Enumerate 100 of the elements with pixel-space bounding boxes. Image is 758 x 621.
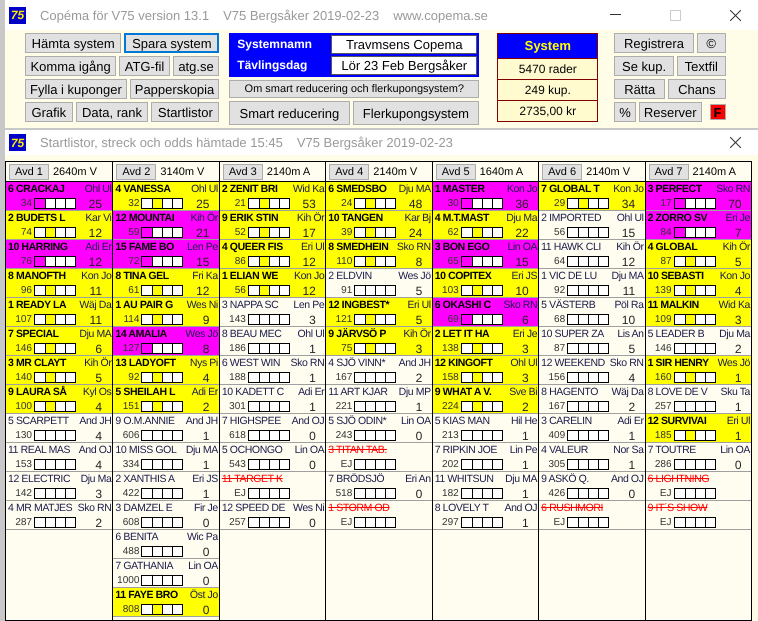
horse-entry[interactable]: 4 M.T.MAST Dju Ma 62 22 [432,211,538,240]
horse-entry[interactable]: 8 SMEDHEIN Sko RN 110 8 [326,240,432,269]
bet-boxes-icon[interactable] [248,517,290,528]
toolbar-button[interactable]: Registrera [614,33,694,53]
horse-entry[interactable]: 11 WHITSUN Dju MA 182 1 [432,472,538,501]
bet-boxes-icon[interactable] [34,314,76,325]
bet-boxes-icon[interactable] [567,198,610,209]
toolbar-button[interactable]: atg.se [172,56,220,76]
horse-entry[interactable]: 6 RUSHMORI EJ [539,501,645,530]
bet-boxes-icon[interactable] [567,256,610,267]
close-icon[interactable] [730,10,740,20]
bet-boxes-icon[interactable] [460,256,503,267]
horse-entry[interactable]: 9 IT´S SHOW EJ [646,501,751,530]
horse-entry[interactable]: 11 REAL MAS And OJ 153 4 [6,443,112,472]
race-button[interactable]: Avd 3 [222,164,263,180]
horse-entry[interactable]: 7 GATHANIA Lin OA 1000 0 [113,559,219,588]
bet-boxes-icon[interactable] [567,343,610,354]
horse-entry[interactable]: 7 BRÖDSJÖ Eri An 518 0 [326,472,432,501]
bet-boxes-icon[interactable] [354,256,396,267]
bet-boxes-icon[interactable] [460,372,503,383]
bet-boxes-icon[interactable] [248,198,290,209]
horse-entry[interactable]: 12 KINGOFT Ohl Ul 158 3 [432,356,538,385]
bet-boxes-icon[interactable] [674,459,716,470]
toolbar-button[interactable]: Textfil [676,56,726,76]
horse-entry[interactable]: 10 HARRING Adi Er 76 12 [6,240,112,269]
bet-boxes-icon[interactable] [460,314,503,325]
horse-entry[interactable]: 4 SJÖ VINN* And JH 167 2 [326,356,432,385]
bet-boxes-icon[interactable] [354,517,396,528]
horse-entry[interactable]: 4 GLOBAL Kih Ör 87 5 [646,240,751,269]
bet-boxes-icon[interactable] [141,575,184,586]
horse-entry[interactable]: 6 WEST WIN Sko RN 188 1 [220,356,326,385]
bet-boxes-icon[interactable] [674,256,716,267]
bet-boxes-icon[interactable] [34,430,76,441]
bet-boxes-icon[interactable] [248,430,290,441]
horse-entry[interactable]: 9 O.M.ANNIE And JH 606 1 [113,414,219,443]
horse-entry[interactable]: 12 MOUNTAI Kih Ör 59 21 [113,211,219,240]
bet-boxes-icon[interactable] [460,227,503,238]
horse-entry[interactable]: 12 WEEKEND Sko RN 156 4 [539,356,645,385]
bet-boxes-icon[interactable] [460,343,503,354]
bet-boxes-icon[interactable] [34,256,76,267]
bet-boxes-icon[interactable] [567,488,610,499]
horse-entry[interactable]: 5 OCHONGO Lin OA 543 0 [220,443,326,472]
race-button[interactable]: Avd 6 [542,164,582,180]
horse-entry[interactable]: 11 HAWK CLI Kih Ör 64 12 [539,240,645,269]
toolbar-button[interactable]: Grafik [25,102,73,122]
toolbar-button[interactable]: Rätta [614,79,666,99]
horse-entry[interactable]: 8 LOVE DE V Sku Ta 257 1 [646,385,751,414]
bet-boxes-icon[interactable] [674,227,716,238]
bet-boxes-icon[interactable] [460,401,503,412]
bet-boxes-icon[interactable] [141,430,184,441]
horse-entry[interactable]: 12 SURVIVAI Eri Ul 185 1 [646,414,751,443]
info-button[interactable]: Om smart reducering och flerkupongsystem? [229,80,480,98]
bet-boxes-icon[interactable] [248,401,290,412]
bet-boxes-icon[interactable] [354,227,396,238]
flag-button[interactable]: F [710,104,726,120]
horse-entry[interactable]: 5 SHEILAH L Adi Er 151 2 [113,385,219,414]
horse-entry[interactable]: 11 TARGET K EJ [220,472,326,501]
horse-entry[interactable]: 4 MR MATJES Sko RN 287 2 [6,501,112,530]
bet-boxes-icon[interactable] [248,285,290,296]
bet-boxes-icon[interactable] [567,459,610,470]
horse-entry[interactable]: 10 MISS GOL Dju MA 334 1 [113,443,219,472]
horse-entry[interactable]: 8 BEAU MEC Ohl Ul 186 1 [220,327,326,356]
horse-entry[interactable]: 9 ASKÖ Q. And OJ 426 0 [539,472,645,501]
bet-boxes-icon[interactable] [567,401,610,412]
bet-boxes-icon[interactable] [354,401,396,412]
bet-boxes-icon[interactable] [567,372,610,383]
bet-boxes-icon[interactable] [34,343,76,354]
bet-boxes-icon[interactable] [460,459,503,470]
race-button[interactable]: Avd 4 [329,164,370,180]
bet-boxes-icon[interactable] [248,372,290,383]
bet-boxes-icon[interactable] [141,401,184,412]
horse-entry[interactable]: 1 MASTER Kon Jo 30 36 [432,182,538,211]
horse-entry[interactable]: 5 SCARPETT And JH 130 4 [6,414,112,443]
bet-boxes-icon[interactable] [354,198,396,209]
mode-button[interactable]: Smart reducering [229,101,350,125]
bet-boxes-icon[interactable] [567,517,610,528]
horse-entry[interactable]: 10 COPITEX Eri JS 103 10 [432,269,538,298]
horse-entry[interactable]: 8 TINA GEL Fri Ka 61 12 [113,269,219,298]
horse-entry[interactable]: 14 AMALIA Wes Jö 127 8 [113,327,219,356]
horse-entry[interactable]: 3 BON EGO Lin OA 65 15 [432,240,538,269]
bet-boxes-icon[interactable] [34,401,76,412]
horse-entry[interactable]: 3 NAPPA SC Len Pe 143 3 [220,298,326,327]
horse-entry[interactable]: 5 VÄSTERB Pöl Ra 68 10 [539,298,645,327]
bet-boxes-icon[interactable] [141,256,184,267]
horse-entry[interactable]: 9 JÄRVSÖ P Kih Ör 75 3 [326,327,432,356]
bet-boxes-icon[interactable] [460,198,503,209]
horse-entry[interactable]: 2 ELDVIN Wes Jö 91 5 [326,269,432,298]
horse-entry[interactable]: 1 READY LA Wäj Da 107 11 [6,298,112,327]
bet-boxes-icon[interactable] [354,488,396,499]
horse-entry[interactable]: 9 ERIK STIN Kih Ör 52 17 [220,211,326,240]
bet-boxes-icon[interactable] [674,372,716,383]
bet-boxes-icon[interactable] [248,256,290,267]
bet-boxes-icon[interactable] [141,285,184,296]
horse-entry[interactable]: 3 CARELIN Adi Er 409 1 [539,414,645,443]
horse-entry[interactable]: 6 CRACKAJ Ohl Ul 34 25 [6,182,112,211]
horse-entry[interactable]: 3 TITAN TAB. EJ [326,443,432,472]
horse-entry[interactable]: 4 VANESSA Ohl Ul 32 25 [113,182,219,211]
horse-entry[interactable]: 9 WHAT A V. Sve Bi 224 2 [432,385,538,414]
horse-entry[interactable]: 7 RIPKIN JOE Lin Pe 202 1 [432,443,538,472]
toolbar-button[interactable]: Fylla i kuponger [25,79,127,99]
